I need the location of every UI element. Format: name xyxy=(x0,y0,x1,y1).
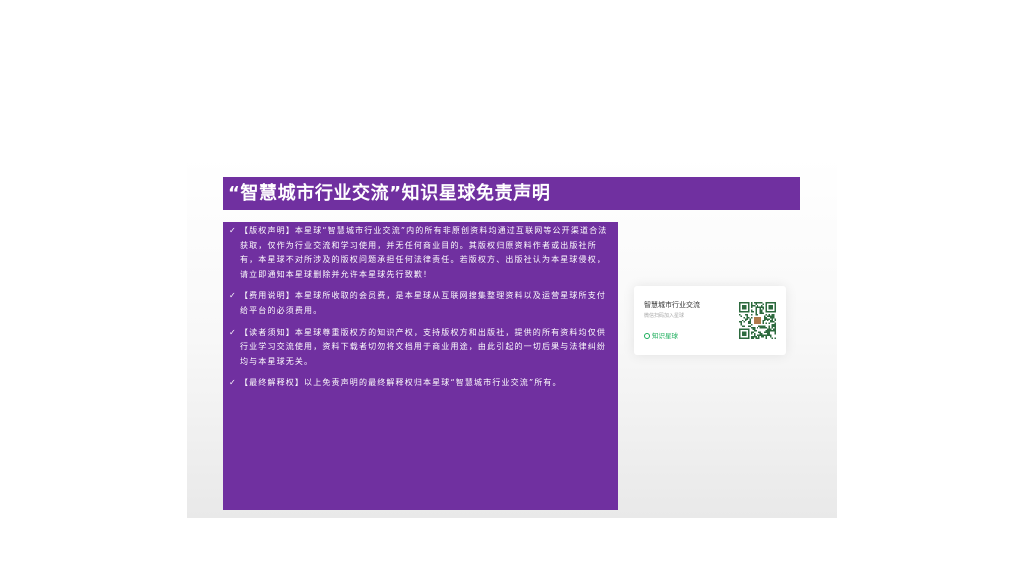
list-item-text: 【读者须知】本星球尊重版权方的知识产权，支持版权方和出版社，提供的所有资料均仅供… xyxy=(240,327,606,366)
list-item-text: 【版权声明】本星球“智慧城市行业交流”内的所有非原创资料均通过互联网等公开渠道合… xyxy=(240,226,608,279)
list-item: ✓ 【最终解释权】以上免责声明的最终解释权归本星球“智慧城市行业交流”所有。 xyxy=(229,376,610,391)
zsxq-logo-icon xyxy=(644,333,650,339)
qr-code-icon[interactable] xyxy=(739,302,776,339)
brand-label: 知识星球 xyxy=(652,332,678,340)
check-icon: ✓ xyxy=(229,291,236,301)
check-icon: ✓ xyxy=(229,378,236,388)
list-item: ✓ 【费用说明】本星球所收取的会员费，是本星球从互联网搜集整理资料以及运营星球所… xyxy=(229,289,610,318)
planet-name: 智慧城市行业交流 xyxy=(644,301,700,309)
list-item: ✓ 【版权声明】本星球“智慧城市行业交流”内的所有非原创资料均通过互联网等公开渠… xyxy=(229,224,610,282)
list-item-text: 【费用说明】本星球所收取的会员费，是本星球从互联网搜集整理资料以及运营星球所支付… xyxy=(240,291,606,315)
slide: “智慧城市行业交流”知识星球免责声明 ✓ 【版权声明】本星球“智慧城市行业交流”… xyxy=(187,157,837,518)
list-item-text: 【最终解释权】以上免责声明的最终解释权归本星球“智慧城市行业交流”所有。 xyxy=(240,378,562,388)
check-icon: ✓ xyxy=(229,327,236,337)
disclaimer-box: ✓ 【版权声明】本星球“智慧城市行业交流”内的所有非原创资料均通过互联网等公开渠… xyxy=(223,222,618,510)
planet-card[interactable]: 智慧城市行业交流 微信扫码加入星球 知识星球 xyxy=(634,286,786,355)
title-bar: “智慧城市行业交流”知识星球免责声明 xyxy=(223,177,800,210)
list-item: ✓ 【读者须知】本星球尊重版权方的知识产权，支持版权方和出版社，提供的所有资料均… xyxy=(229,326,610,370)
planet-subtitle: 微信扫码加入星球 xyxy=(644,313,685,319)
check-icon: ✓ xyxy=(229,226,236,235)
slide-title: “智慧城市行业交流”知识星球免责声明 xyxy=(228,183,551,204)
brand-row: 知识星球 xyxy=(644,332,678,340)
